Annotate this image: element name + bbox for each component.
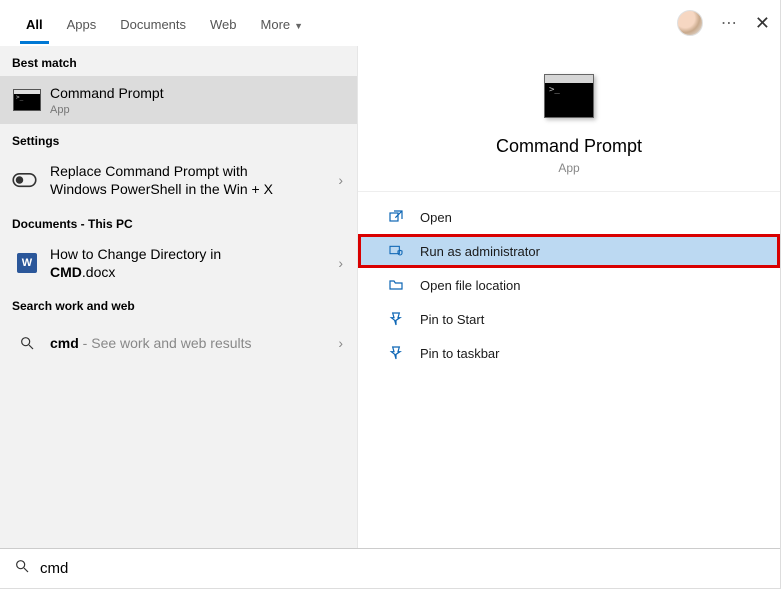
results-panel: Best match Command Prompt App Settings R… — [0, 46, 358, 548]
tab-web[interactable]: Web — [198, 3, 249, 44]
action-label: Open file location — [420, 278, 520, 293]
action-run-as-admin[interactable]: Run as administrator — [358, 234, 780, 268]
tab-more[interactable]: More▼ — [249, 3, 316, 44]
action-label: Pin to Start — [420, 312, 484, 327]
pin-icon — [386, 345, 406, 361]
search-bar — [0, 548, 780, 588]
open-icon — [386, 209, 406, 225]
result-subtitle: App — [50, 104, 321, 116]
result-title: cmd - See work and web results — [50, 334, 321, 352]
more-options-button[interactable]: ⋯ — [721, 13, 737, 33]
tab-documents[interactable]: Documents — [108, 3, 198, 44]
result-title: Command Prompt — [50, 84, 321, 102]
chevron-down-icon: ▼ — [294, 21, 303, 31]
chevron-right-icon: › — [338, 335, 343, 351]
result-title: How to Change Directory inCMD.docx — [50, 245, 321, 281]
result-web-cmd[interactable]: cmd - See work and web results › — [0, 319, 357, 367]
command-prompt-icon — [544, 74, 594, 118]
folder-icon — [386, 277, 406, 293]
tabs-bar: All Apps Documents Web More▼ ⋯ ✕ — [0, 0, 780, 46]
action-pin-start[interactable]: Pin to Start — [358, 302, 780, 336]
search-icon — [12, 335, 42, 351]
result-command-prompt[interactable]: Command Prompt App — [0, 76, 357, 124]
close-button[interactable]: ✕ — [755, 13, 770, 34]
action-pin-taskbar[interactable]: Pin to taskbar — [358, 336, 780, 370]
preview-title: Command Prompt — [378, 136, 760, 157]
chevron-right-icon: › — [338, 172, 343, 188]
action-open[interactable]: Open — [358, 200, 780, 234]
admin-icon — [386, 243, 406, 259]
action-label: Open — [420, 210, 452, 225]
action-label: Run as administrator — [420, 244, 540, 259]
chevron-right-icon: › — [338, 255, 343, 271]
command-prompt-icon — [12, 89, 42, 111]
pin-icon — [386, 311, 406, 327]
tab-all[interactable]: All — [14, 3, 55, 44]
tab-apps[interactable]: Apps — [55, 3, 109, 44]
search-icon — [14, 558, 30, 579]
avatar[interactable] — [677, 10, 703, 36]
action-label: Pin to taskbar — [420, 346, 500, 361]
section-settings: Settings — [0, 124, 357, 154]
main-content: Best match Command Prompt App Settings R… — [0, 46, 780, 548]
result-setting-replace-cmd[interactable]: Replace Command Prompt withWindows Power… — [0, 154, 357, 206]
word-icon: W — [12, 253, 42, 273]
toggle-icon — [12, 170, 42, 190]
action-open-location[interactable]: Open file location — [358, 268, 780, 302]
result-title: Replace Command Prompt withWindows Power… — [50, 162, 321, 198]
section-best-match: Best match — [0, 46, 357, 76]
action-list: Open Run as administrator Open file loca… — [358, 192, 780, 378]
section-documents: Documents - This PC — [0, 207, 357, 237]
section-search-web: Search work and web — [0, 289, 357, 319]
preview-subtitle: App — [378, 161, 760, 175]
result-doc-cmd[interactable]: W How to Change Directory inCMD.docx › — [0, 237, 357, 289]
search-input[interactable] — [40, 560, 766, 577]
preview-panel: Command Prompt App Open Run as administr… — [358, 46, 780, 548]
